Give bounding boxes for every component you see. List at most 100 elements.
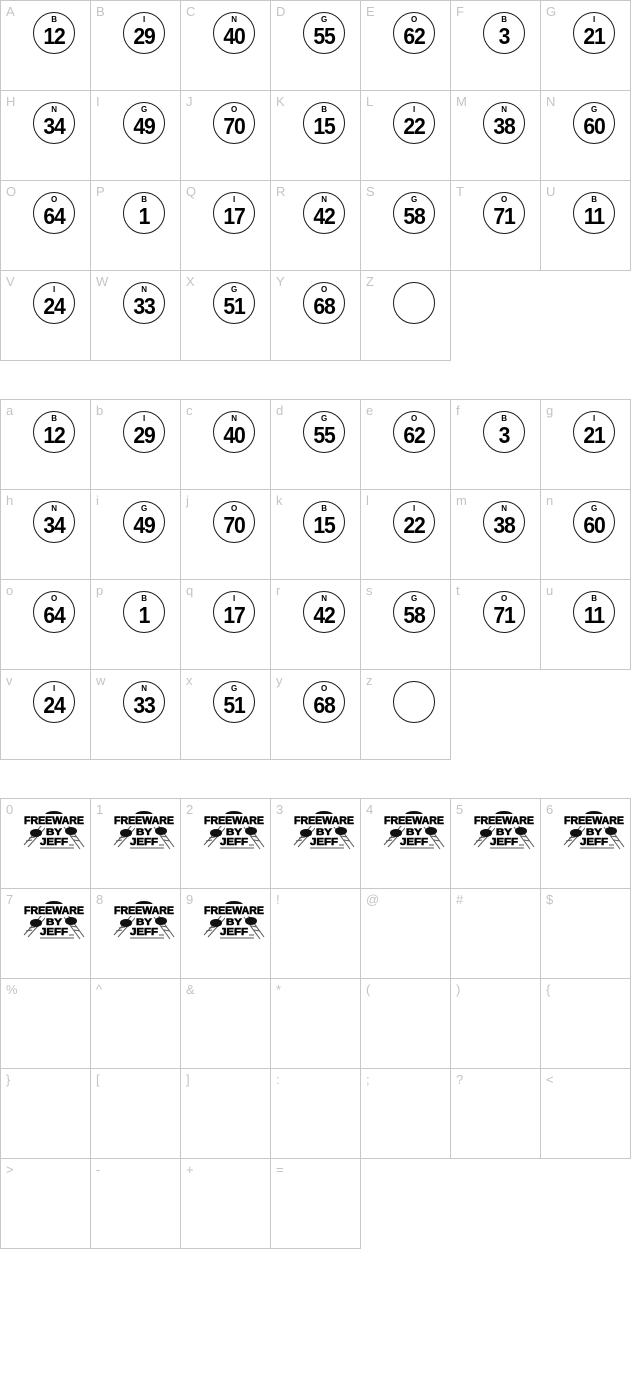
charmap-cell-label: s [366,583,373,598]
charmap-cell[interactable]: P B1 [91,181,181,271]
charmap-cell[interactable]: & [181,979,271,1069]
charmap-cell[interactable]: 0 FREEWARE BY JEFF [1,799,91,889]
charmap-cell[interactable]: 7 FREEWARE BY JEFF [1,889,91,979]
charmap-cell[interactable]: R N 42 [271,181,361,271]
charmap-cell[interactable]: < [541,1069,631,1159]
charmap-cell[interactable]: s G 58 [361,580,451,670]
charmap-cell[interactable]: M N 38 [451,91,541,181]
charmap-cell[interactable]: l I 22 [361,490,451,580]
bingo-ball-icon: B 15 [303,102,345,144]
charmap-cell[interactable]: r N 42 [271,580,361,670]
glyph-preview [381,275,447,331]
charmap-cell[interactable]: - [91,1159,181,1249]
charmap-cell[interactable]: W N 33 [91,271,181,361]
charmap-cell-label: u [546,583,554,598]
charmap-cell[interactable]: > [1,1159,91,1249]
bingo-ball-icon: O 62 [393,12,435,54]
charmap-cell[interactable]: { [541,979,631,1069]
bingo-ball-icon: O 62 [393,411,435,453]
charmap-cell[interactable]: I G 49 [91,91,181,181]
charmap-cell[interactable]: Z [361,271,451,361]
charmap-cell[interactable]: b I 29 [91,400,181,490]
charmap-cell[interactable]: E O 62 [361,1,451,91]
charmap-cell[interactable]: L I 22 [361,91,451,181]
charmap-cell[interactable]: w N 33 [91,670,181,760]
charmap-cell[interactable]: C N 40 [181,1,271,91]
charmap-cell[interactable]: f B3 [451,400,541,490]
charmap-cell[interactable]: N G 60 [541,91,631,181]
charmap-cell[interactable]: z [361,670,451,760]
charmap-cell[interactable]: [ [91,1069,181,1159]
charmap-cell[interactable]: d G 55 [271,400,361,490]
charmap-cell[interactable]: 5 FREEWARE BY JEFF [451,799,541,889]
charmap-cell[interactable]: y O 68 [271,670,361,760]
charmap-cell[interactable]: 3 FREEWARE BY JEFF [271,799,361,889]
charmap-cell[interactable]: c N 40 [181,400,271,490]
charmap-cell[interactable]: * [271,979,361,1069]
charmap-cell[interactable]: ? [451,1069,541,1159]
charmap-cell[interactable]: i G 49 [91,490,181,580]
charmap-cell[interactable]: A B 12 [1,1,91,91]
charmap-cell[interactable]: = [271,1159,361,1249]
charmap-cell[interactable]: 8 FREEWARE BY JEFF [91,889,181,979]
charmap-cell[interactable]: ! [271,889,361,979]
charmap-cell[interactable]: ( [361,979,451,1069]
charmap-cell[interactable]: 4 FREEWARE BY JEFF [361,799,451,889]
charmap-cell[interactable]: V I 24 [1,271,91,361]
charmap-cell[interactable]: : [271,1069,361,1159]
charmap-cell[interactable]: ] [181,1069,271,1159]
charmap-cell[interactable]: # [451,889,541,979]
charmap-cell[interactable]: q I 17 [181,580,271,670]
charmap-cell[interactable]: O O 64 [1,181,91,271]
charmap-cell[interactable]: n G 60 [541,490,631,580]
charmap-cell[interactable]: m N 38 [451,490,541,580]
charmap-cell[interactable]: B I 29 [91,1,181,91]
glyph-preview: N 42 [291,584,357,640]
charmap-cell[interactable]: j O 70 [181,490,271,580]
bingo-ball-icon: N 34 [33,102,75,144]
svg-text:BY: BY [586,827,602,837]
charmap-cell[interactable]: p B1 [91,580,181,670]
charmap-cell[interactable]: u B 11 [541,580,631,670]
charmap-cell[interactable]: x G 51 [181,670,271,760]
charmap-cell[interactable]: S G 58 [361,181,451,271]
charmap-cell[interactable]: H N 34 [1,91,91,181]
charmap-cell[interactable]: U B 11 [541,181,631,271]
bingo-ball-number: 68 [313,293,335,319]
charmap-cell[interactable]: X G 51 [181,271,271,361]
charmap-cell[interactable]: k B 15 [271,490,361,580]
charmap-cell[interactable]: a B 12 [1,400,91,490]
charmap-cell[interactable]: v I 24 [1,670,91,760]
charmap-cell[interactable]: Y O 68 [271,271,361,361]
charmap-cell[interactable]: J O 70 [181,91,271,181]
bingo-ball-number: 60 [583,113,605,139]
charmap-cell[interactable]: K B 15 [271,91,361,181]
charmap-cell[interactable]: ^ [91,979,181,1069]
charmap-cell[interactable]: e O 62 [361,400,451,490]
charmap-cell[interactable]: t O 71 [451,580,541,670]
charmap-cell[interactable]: 9 FREEWARE BY JEFF [181,889,271,979]
charmap-cell[interactable]: ) [451,979,541,1069]
charmap-cell[interactable]: h N 34 [1,490,91,580]
charmap-cell[interactable]: Q I 17 [181,181,271,271]
charmap-cell[interactable]: D G 55 [271,1,361,91]
charmap-cell[interactable]: ; [361,1069,451,1159]
charmap-cell[interactable]: o O 64 [1,580,91,670]
charmap-cell[interactable]: 2 FREEWARE BY JEFF [181,799,271,889]
charmap-cell[interactable]: F B3 [451,1,541,91]
charmap-cell[interactable]: } [1,1069,91,1159]
charmap-cell[interactable]: $ [541,889,631,979]
bingo-ball-icon: I 17 [213,591,255,633]
charmap-cell[interactable]: g I 21 [541,400,631,490]
charmap-cell[interactable]: 6 FREEWARE BY JEFF [541,799,631,889]
charmap-cell[interactable]: % [1,979,91,1069]
charmap-cell[interactable]: + [181,1159,271,1249]
charmap-cell[interactable]: 1 FREEWARE BY JEFF [91,799,181,889]
freeware-by-jeff-logo-icon: FREEWARE BY JEFF [376,811,452,851]
charmap-cell[interactable]: @ [361,889,451,979]
glyph-preview: G 51 [201,275,267,331]
charmap-cell[interactable]: G I 21 [541,1,631,91]
charmap-cell[interactable]: T O 71 [451,181,541,271]
glyph-preview: I 17 [201,185,267,241]
bingo-ball-number: 3 [498,23,511,49]
